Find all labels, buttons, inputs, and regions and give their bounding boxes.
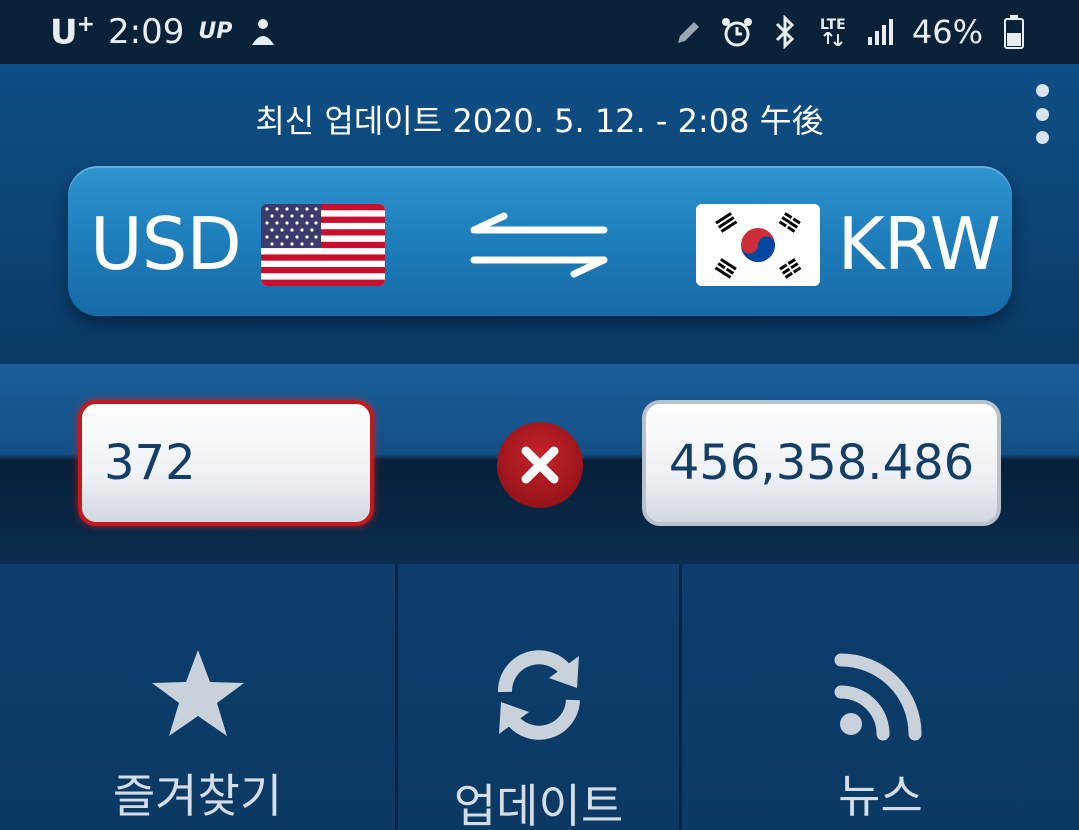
status-right: LTE 46% (672, 13, 1031, 51)
favorites-label: 즐겨찾기 (112, 769, 283, 823)
app-header: 최신 업데이트 2020. 5. 12. - 2:08 午後 USD KRW (0, 64, 1079, 364)
battery-percent: 46% (911, 13, 983, 51)
conversion-panel: 372 456,358.486 (0, 364, 1079, 564)
from-currency-button[interactable]: USD (90, 202, 242, 286)
news-label: 뉴스 (838, 769, 923, 823)
signal-icon (864, 15, 898, 49)
clear-button[interactable] (497, 422, 583, 508)
currency-pair-card: USD KRW (68, 166, 1012, 316)
bottom-toolbar: 즐겨찾기 업데이트 뉴스 (0, 564, 1079, 830)
update-button[interactable]: 업데이트 (398, 564, 682, 830)
to-currency-button[interactable]: KRW (837, 202, 1001, 286)
close-icon (521, 446, 559, 484)
refresh-icon (497, 650, 580, 740)
update-label: 업데이트 (453, 779, 624, 830)
bluetooth-icon (768, 15, 802, 49)
up-badge: UP (198, 19, 233, 45)
status-bar: U+ 2:09 UP LTE 46% (0, 0, 1079, 64)
result-output: 456,358.486 (642, 400, 1001, 526)
news-button[interactable]: 뉴스 (682, 564, 1079, 830)
amount-input[interactable]: 372 (78, 400, 374, 526)
swap-currencies-icon[interactable] (468, 212, 610, 278)
status-time: 2:09 (108, 11, 185, 52)
carrier-label: U+ (50, 11, 95, 53)
rss-feed-icon (834, 653, 921, 741)
last-update-label: 최신 업데이트 2020. 5. 12. - 2:08 午後 (255, 102, 824, 140)
favorites-button[interactable]: 즐겨찾기 (0, 564, 398, 830)
battery-icon (997, 15, 1031, 49)
kr-flag-icon[interactable] (696, 204, 820, 286)
us-flag-icon[interactable] (261, 204, 385, 286)
user-icon (246, 15, 280, 49)
star-icon (151, 650, 244, 736)
alarm-icon (720, 15, 754, 49)
status-left: U+ 2:09 UP (50, 12, 280, 52)
pencil-icon (672, 15, 706, 49)
lte-icon: LTE (816, 15, 850, 49)
overflow-menu-icon[interactable] (1029, 84, 1055, 144)
